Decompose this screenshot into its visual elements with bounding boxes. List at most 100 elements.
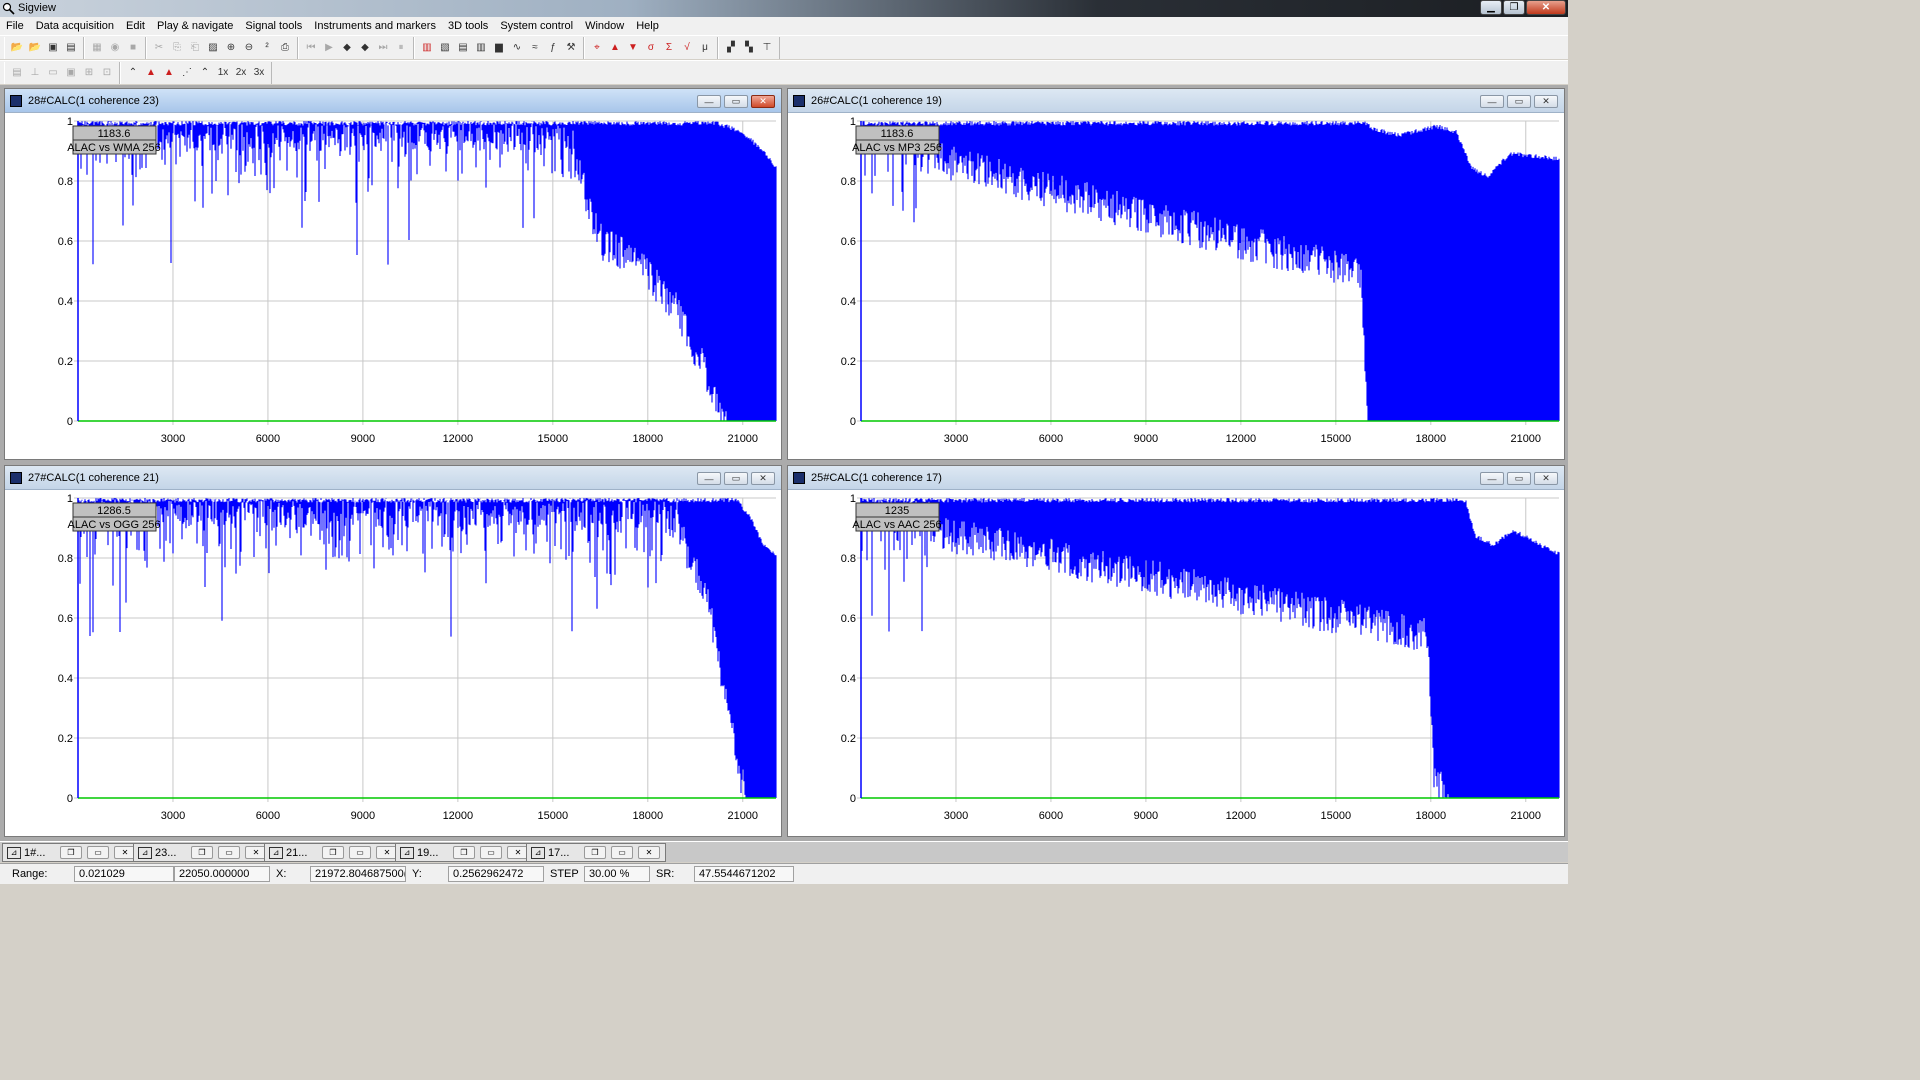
chart-window[interactable]: 26#CALC(1 coherence 19) — ▭ ✕ 3000 6000 9000 12… [787,88,1565,460]
filter-button[interactable]: ▧ [436,39,454,57]
bars-button[interactable]: ▥ [472,39,490,57]
rec-button[interactable]: ◉ [106,39,124,57]
chart-line-button[interactable]: ⊥ [26,64,44,82]
cursor-button[interactable]: ⌖ [588,39,606,57]
stop-button[interactable]: ■ [124,39,142,57]
rms-button[interactable]: √ [678,39,696,57]
tree-button[interactable]: ⊤ [758,39,776,57]
minimized-window[interactable]: ⊿ 1#... ❐ ▭ ✕ [2,843,142,862]
window-minimize-button[interactable]: — [1480,95,1504,108]
menu-file[interactable]: File [0,20,30,32]
min-button[interactable]: ▼ [624,39,642,57]
minimized-restore-button[interactable]: ❐ [191,846,213,859]
power-2-button[interactable]: ² [258,39,276,57]
marker-label[interactable]: 1286.5 ALAC vs OGG 256 [68,502,161,532]
range-min-field[interactable]: 0.021029 [74,866,174,882]
step-mode-button[interactable]: ⌃ [196,64,214,82]
coherence-chart[interactable]: 3000 6000 9000 12000 15000 18000 21000 0 0.2 0.4 0… [788,491,1564,836]
minimized-close-button[interactable]: ✕ [638,846,660,859]
chart-window-titlebar[interactable]: 28#CALC(1 coherence 23) — ▭ ✕ [5,89,781,113]
wave-button[interactable]: ≈ [526,39,544,57]
range-max-field[interactable]: 22050.000000 [174,866,270,882]
marker-label[interactable]: 1183.6 ALAC vs WMA 256 [67,125,161,155]
marker-label[interactable]: 1183.6 ALAC vs MP3 256 [852,125,942,155]
menu-data-acquisition[interactable]: Data acquisition [30,20,120,32]
stdev-button[interactable]: σ [642,39,660,57]
sum-button[interactable]: Σ [660,39,678,57]
menu-play-navigate[interactable]: Play & navigate [151,20,239,32]
next-mark-button[interactable]: ◆ [356,39,374,57]
max-button[interactable]: ▲ [606,39,624,57]
window-minimize-button[interactable]: — [697,95,721,108]
step-field[interactable]: 30.00 % [584,866,650,882]
grid-select-button[interactable]: ⊡ [98,64,116,82]
function-button[interactable]: ƒ [544,39,562,57]
app-minimize-button[interactable]: ▁ [1480,0,1502,15]
window-minimize-button[interactable]: — [697,472,721,485]
dotted-mode-button[interactable]: ⋰ [178,64,196,82]
minimized-restore-button[interactable]: ❐ [322,846,344,859]
grid-button[interactable]: ⊞ [80,64,98,82]
zoom-out-button[interactable]: ⊖ [240,39,258,57]
menu-3d-tools[interactable]: 3D tools [442,20,494,32]
menu-signal-tools[interactable]: Signal tools [239,20,308,32]
average-button[interactable]: μ [696,39,714,57]
app-close-button[interactable]: ✕ [1526,0,1566,15]
prev-mark-button[interactable]: ◆ [338,39,356,57]
histogram-button[interactable]: ▆ [490,39,508,57]
minimized-restore-button[interactable]: ❐ [60,846,82,859]
cascade-button[interactable]: ▚ [740,39,758,57]
record-button[interactable]: ▦ [88,39,106,57]
minimized-window[interactable]: ⊿ 17... ❐ ▭ ✕ [526,843,666,862]
minimized-restore-button[interactable]: ❐ [584,846,606,859]
open-signal-button[interactable]: 📂 [26,39,44,57]
zoom-1x-button[interactable]: 1x [214,64,232,82]
minimized-maximize-button[interactable]: ▭ [480,846,502,859]
chart-fit-button[interactable]: ▣ [62,64,80,82]
chart-window-titlebar[interactable]: 25#CALC(1 coherence 17) — ▭ ✕ [788,466,1564,490]
minimized-maximize-button[interactable]: ▭ [349,846,371,859]
coherence-chart[interactable]: 3000 6000 9000 12000 15000 18000 21000 0 0.2 0.4 0… [5,491,781,836]
last-button[interactable]: ⏭ [374,39,392,57]
menu-instruments-and-markers[interactable]: Instruments and markers [308,20,442,32]
chart-style-button[interactable]: ▤ [8,64,26,82]
window-maximize-button[interactable]: ▭ [1507,472,1531,485]
window-close-button[interactable]: ✕ [751,95,775,108]
image-button[interactable]: ▨ [204,39,222,57]
save-button[interactable]: ▣ [44,39,62,57]
play-button[interactable]: ▶ [320,39,338,57]
menu-system-control[interactable]: System control [494,20,579,32]
chart-window[interactable]: 27#CALC(1 coherence 21) — ▭ ✕ 3000 6000 9000 12… [4,465,782,837]
coherence-chart[interactable]: 3000 6000 9000 12000 15000 18000 21000 0 0.2 0.4 0… [5,114,781,459]
zoom-in-button[interactable]: ⊕ [222,39,240,57]
sine-button[interactable]: ∿ [508,39,526,57]
window-maximize-button[interactable]: ▭ [724,472,748,485]
print-button[interactable]: ⎙ [276,39,294,57]
calculator-button[interactable]: ▤ [454,39,472,57]
tile-button[interactable]: ▞ [722,39,740,57]
line-mode-button[interactable]: ⌃ [124,64,142,82]
window-maximize-button[interactable]: ▭ [724,95,748,108]
window-close-button[interactable]: ✕ [1534,472,1558,485]
zoom-2x-button[interactable]: 2x [232,64,250,82]
chart-window[interactable]: 28#CALC(1 coherence 23) — ▭ ✕ 3000 6000 9000 12… [4,88,782,460]
chart-zoom-button[interactable]: ▭ [44,64,62,82]
marker-label[interactable]: 1235 ALAC vs AAC 256 [852,502,942,532]
copy-button[interactable]: ⎘ [168,39,186,57]
minimized-restore-button[interactable]: ❐ [453,846,475,859]
first-button[interactable]: ⏮ [302,39,320,57]
tools-button[interactable]: ⚒ [562,39,580,57]
window-minimize-button[interactable]: — [1480,472,1504,485]
paste-button[interactable]: ⎗ [186,39,204,57]
menu-help[interactable]: Help [630,20,665,32]
minimized-window[interactable]: ⊿ 21... ❐ ▭ ✕ [264,843,404,862]
window-maximize-button[interactable]: ▭ [1507,95,1531,108]
app-restore-button[interactable]: ❐ [1503,0,1525,15]
chart-window[interactable]: 25#CALC(1 coherence 17) — ▭ ✕ 3000 6000 9000 12… [787,465,1565,837]
area-mode-button[interactable]: ▲ [160,64,178,82]
cut-button[interactable]: ✂ [150,39,168,57]
minimized-window[interactable]: ⊿ 19... ❐ ▭ ✕ [395,843,535,862]
spectrum-button[interactable]: ▥ [418,39,436,57]
chart-window-titlebar[interactable]: 27#CALC(1 coherence 21) — ▭ ✕ [5,466,781,490]
menu-edit[interactable]: Edit [120,20,151,32]
